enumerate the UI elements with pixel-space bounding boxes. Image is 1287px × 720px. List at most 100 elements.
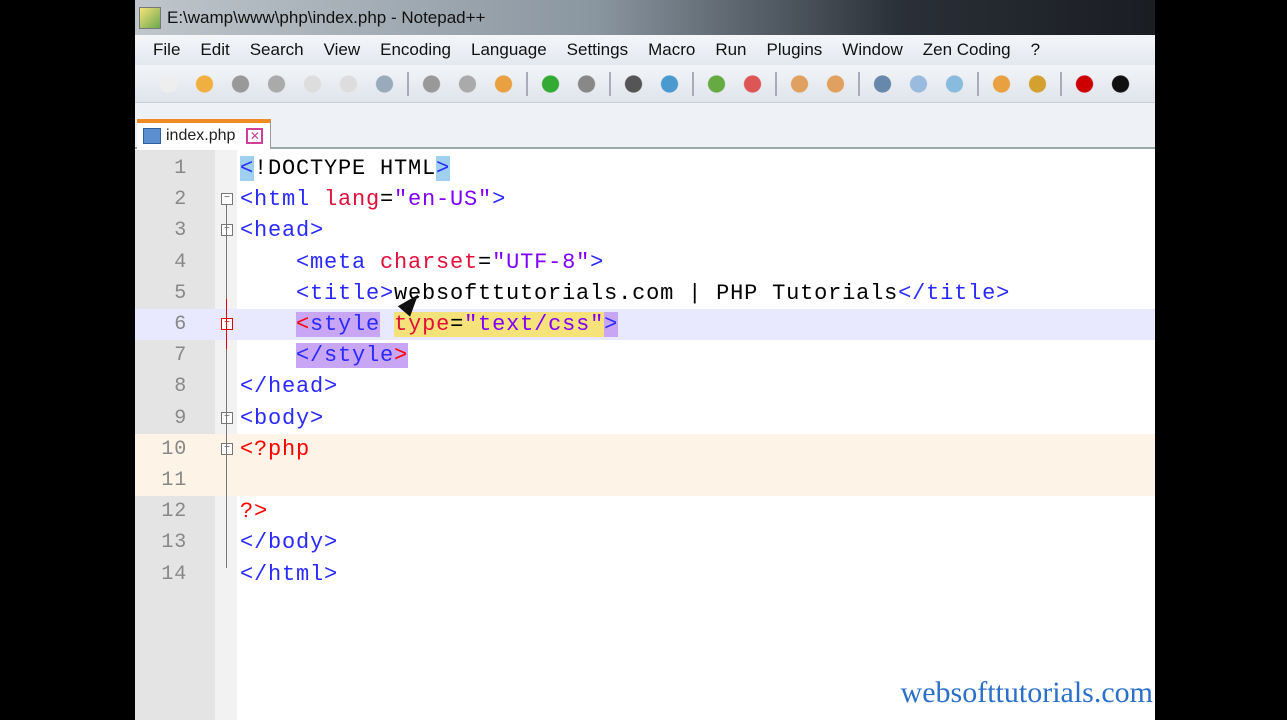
fold-toggle-icon[interactable]: − — [221, 193, 233, 206]
toolbar-separator — [977, 71, 979, 96]
code-line[interactable]: 2 <html lang="en-US"> — [135, 184, 1155, 215]
line-number: 1 — [174, 157, 187, 180]
menu-macro[interactable]: Macro — [638, 40, 705, 60]
menu-encoding[interactable]: Encoding — [370, 40, 461, 60]
line-number: 13 — [161, 531, 187, 555]
toolbar-separator — [858, 71, 860, 96]
menu-language[interactable]: Language — [461, 40, 557, 60]
record-icon[interactable] — [1071, 71, 1098, 96]
menu-run[interactable]: Run — [705, 40, 756, 60]
paste-icon[interactable] — [490, 71, 517, 96]
code-line[interactable]: 5 <title>websofttutorials.com | PHP Tuto… — [135, 278, 1155, 309]
cut-icon[interactable] — [418, 71, 445, 96]
code-token: <body> — [240, 405, 325, 431]
code-line[interactable]: 9 <body> — [135, 403, 1155, 434]
udl-icon[interactable] — [988, 71, 1015, 96]
tab-index-php[interactable]: index.php ✕ — [137, 119, 271, 149]
toolbar — [135, 65, 1155, 103]
code-token: style — [310, 312, 381, 337]
code-line[interactable]: 4 <meta charset="UTF-8"> — [135, 247, 1155, 278]
code-editor[interactable]: 1 <!DOCTYPE HTML> 2 <html lang="en-US"> 3 <he… — [135, 150, 1155, 720]
code-line[interactable]: 10 <?php — [135, 433, 1155, 465]
code-text: </head> — [240, 371, 338, 402]
close-icon[interactable] — [299, 71, 326, 96]
menu-search[interactable]: Search — [240, 40, 314, 60]
menu-help[interactable]: ? — [1021, 40, 1050, 60]
close-tab-icon[interactable]: ✕ — [246, 128, 264, 144]
line-number: 6 — [174, 313, 187, 336]
code-line[interactable]: 7 </style> — [135, 340, 1155, 371]
doc-map-icon[interactable] — [1024, 71, 1051, 96]
fold-toggle-icon[interactable]: − — [221, 442, 233, 455]
code-token: type — [394, 312, 451, 337]
line-number: 7 — [174, 344, 187, 368]
code-token: </style — [296, 343, 395, 369]
line-number: 11 — [161, 469, 187, 492]
code-text: </body> — [240, 527, 338, 558]
code-token: !DOCTYPE HTML — [254, 156, 437, 181]
title-bar: E:\wamp\www\php\index.php - Notepad++ — [135, 0, 1155, 35]
code-token: </title> — [898, 280, 1011, 306]
line-number: 9 — [174, 406, 187, 430]
code-token: ?> — [240, 499, 269, 525]
indent-guide-icon[interactable] — [941, 71, 968, 96]
notepadpp-app-icon — [139, 6, 161, 29]
stop-icon[interactable] — [1107, 71, 1134, 96]
toolbar-separator — [609, 71, 611, 96]
code-token: charset — [380, 249, 479, 275]
code-line[interactable]: 8 </head> — [135, 371, 1155, 402]
undo-icon[interactable] — [537, 71, 564, 96]
print-icon[interactable] — [371, 71, 398, 96]
code-token: = — [478, 249, 493, 275]
menu-plugins[interactable]: Plugins — [757, 40, 833, 60]
code-line[interactable]: 6 <style type="text/css"> — [135, 309, 1155, 340]
code-token: < — [296, 312, 311, 337]
code-line[interactable]: 14 </html> — [135, 559, 1155, 590]
menu-edit[interactable]: Edit — [190, 40, 239, 60]
sync-h-icon[interactable] — [822, 71, 849, 96]
toolbar-separator — [775, 71, 777, 96]
code-line[interactable]: 13 </body> — [135, 527, 1155, 558]
zoom-out-icon[interactable] — [739, 71, 766, 96]
open-icon[interactable] — [191, 71, 218, 96]
zoom-in-icon[interactable] — [703, 71, 730, 96]
menu-file[interactable]: File — [143, 40, 190, 60]
menu-zen-coding[interactable]: Zen Coding — [913, 40, 1021, 60]
code-token: websofttutorials.com | PHP Tutorials — [394, 280, 899, 306]
copy-icon[interactable] — [454, 71, 481, 96]
menu-window[interactable]: Window — [832, 40, 912, 60]
toolbar-separator — [526, 71, 528, 96]
code-text: <body> — [240, 403, 324, 434]
save-all-icon[interactable] — [263, 71, 290, 96]
line-number: 2 — [174, 188, 187, 212]
code-line[interactable]: 1 <!DOCTYPE HTML> — [135, 153, 1155, 184]
fold-toggle-icon[interactable]: − — [221, 224, 233, 237]
fold-toggle-icon[interactable]: − — [221, 411, 233, 424]
code-line[interactable]: 11 — [135, 465, 1155, 496]
code-token: = — [380, 187, 395, 213]
replace-icon[interactable] — [656, 71, 683, 96]
close-all-icon[interactable] — [335, 71, 362, 96]
code-token: "UTF-8" — [492, 249, 591, 275]
menu-view[interactable]: View — [314, 40, 371, 60]
save-icon[interactable] — [227, 71, 254, 96]
line-number: 3 — [174, 219, 187, 243]
code-line[interactable]: 3 <head> — [135, 215, 1155, 246]
fold-toggle-icon[interactable]: − — [221, 318, 233, 330]
redo-icon[interactable] — [573, 71, 600, 96]
tab-label: index.php — [166, 127, 236, 144]
code-text: <head> — [240, 215, 324, 246]
line-number: 12 — [161, 500, 187, 524]
all-chars-icon[interactable] — [905, 71, 932, 96]
code-line[interactable]: 12 ?> — [135, 496, 1155, 527]
code-text: </html> — [240, 559, 338, 590]
fold-line — [226, 298, 227, 350]
find-icon[interactable] — [620, 71, 647, 96]
file-saved-icon — [143, 128, 161, 144]
sync-v-icon[interactable] — [786, 71, 813, 96]
menu-settings[interactable]: Settings — [557, 40, 638, 60]
wrap-icon[interactable] — [869, 71, 896, 96]
new-icon[interactable] — [155, 71, 182, 96]
